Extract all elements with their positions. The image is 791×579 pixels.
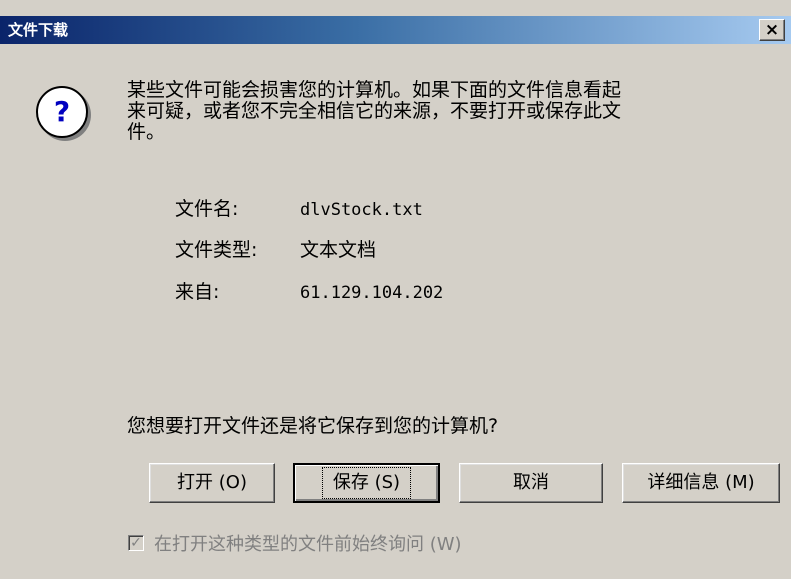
warning-message: 某些文件可能会损害您的计算机。如果下面的文件信息看起 来可疑，或者您不完全相信它… [127, 80, 767, 143]
close-icon: × [764, 19, 780, 40]
question-icon: ? [36, 86, 88, 138]
warning-line: 某些文件可能会损害您的计算机。如果下面的文件信息看起 [127, 79, 622, 101]
checkmark-icon: ✓ [130, 535, 142, 551]
cancel-button[interactable]: 取消 [459, 463, 603, 503]
prompt-question: 您想要打开文件还是将它保存到您的计算机? [127, 415, 499, 437]
window-title: 文件下载 [8, 21, 69, 39]
filetype-value: 文本文档 [300, 239, 377, 261]
source-value: 61.129.104.202 [300, 283, 444, 303]
question-glyph: ? [53, 95, 71, 128]
open-button-label: 打开 (O) [177, 472, 247, 493]
save-button[interactable]: 保存 (S) [293, 463, 440, 503]
always-ask-checkbox[interactable]: ✓ [128, 535, 144, 551]
warning-line: 件。 [127, 121, 166, 143]
details-button-label: 详细信息 (M) [647, 472, 755, 493]
filetype-label: 文件类型: [175, 239, 258, 261]
details-button[interactable]: 详细信息 (M) [622, 463, 780, 503]
file-download-dialog: 文件下载 × ? 某些文件可能会损害您的计算机。如果下面的文件信息看起 来可疑，… [0, 0, 791, 579]
warning-line: 来可疑，或者您不完全相信它的来源，不要打开或保存此文 [127, 100, 622, 122]
always-ask-label: 在打开这种类型的文件前始终询问 (W) [154, 534, 462, 555]
open-button[interactable]: 打开 (O) [149, 463, 275, 503]
source-label: 来自: [175, 281, 220, 303]
cancel-button-label: 取消 [513, 472, 549, 493]
close-button[interactable]: × [759, 19, 785, 41]
filename-label: 文件名: [175, 198, 239, 220]
save-button-label: 保存 (S) [321, 467, 412, 499]
title-bar[interactable]: 文件下载 × [0, 16, 791, 44]
always-ask-option[interactable]: ✓ 在打开这种类型的文件前始终询问 (W) [128, 530, 462, 556]
filename-value: dlvStock.txt [300, 200, 423, 220]
